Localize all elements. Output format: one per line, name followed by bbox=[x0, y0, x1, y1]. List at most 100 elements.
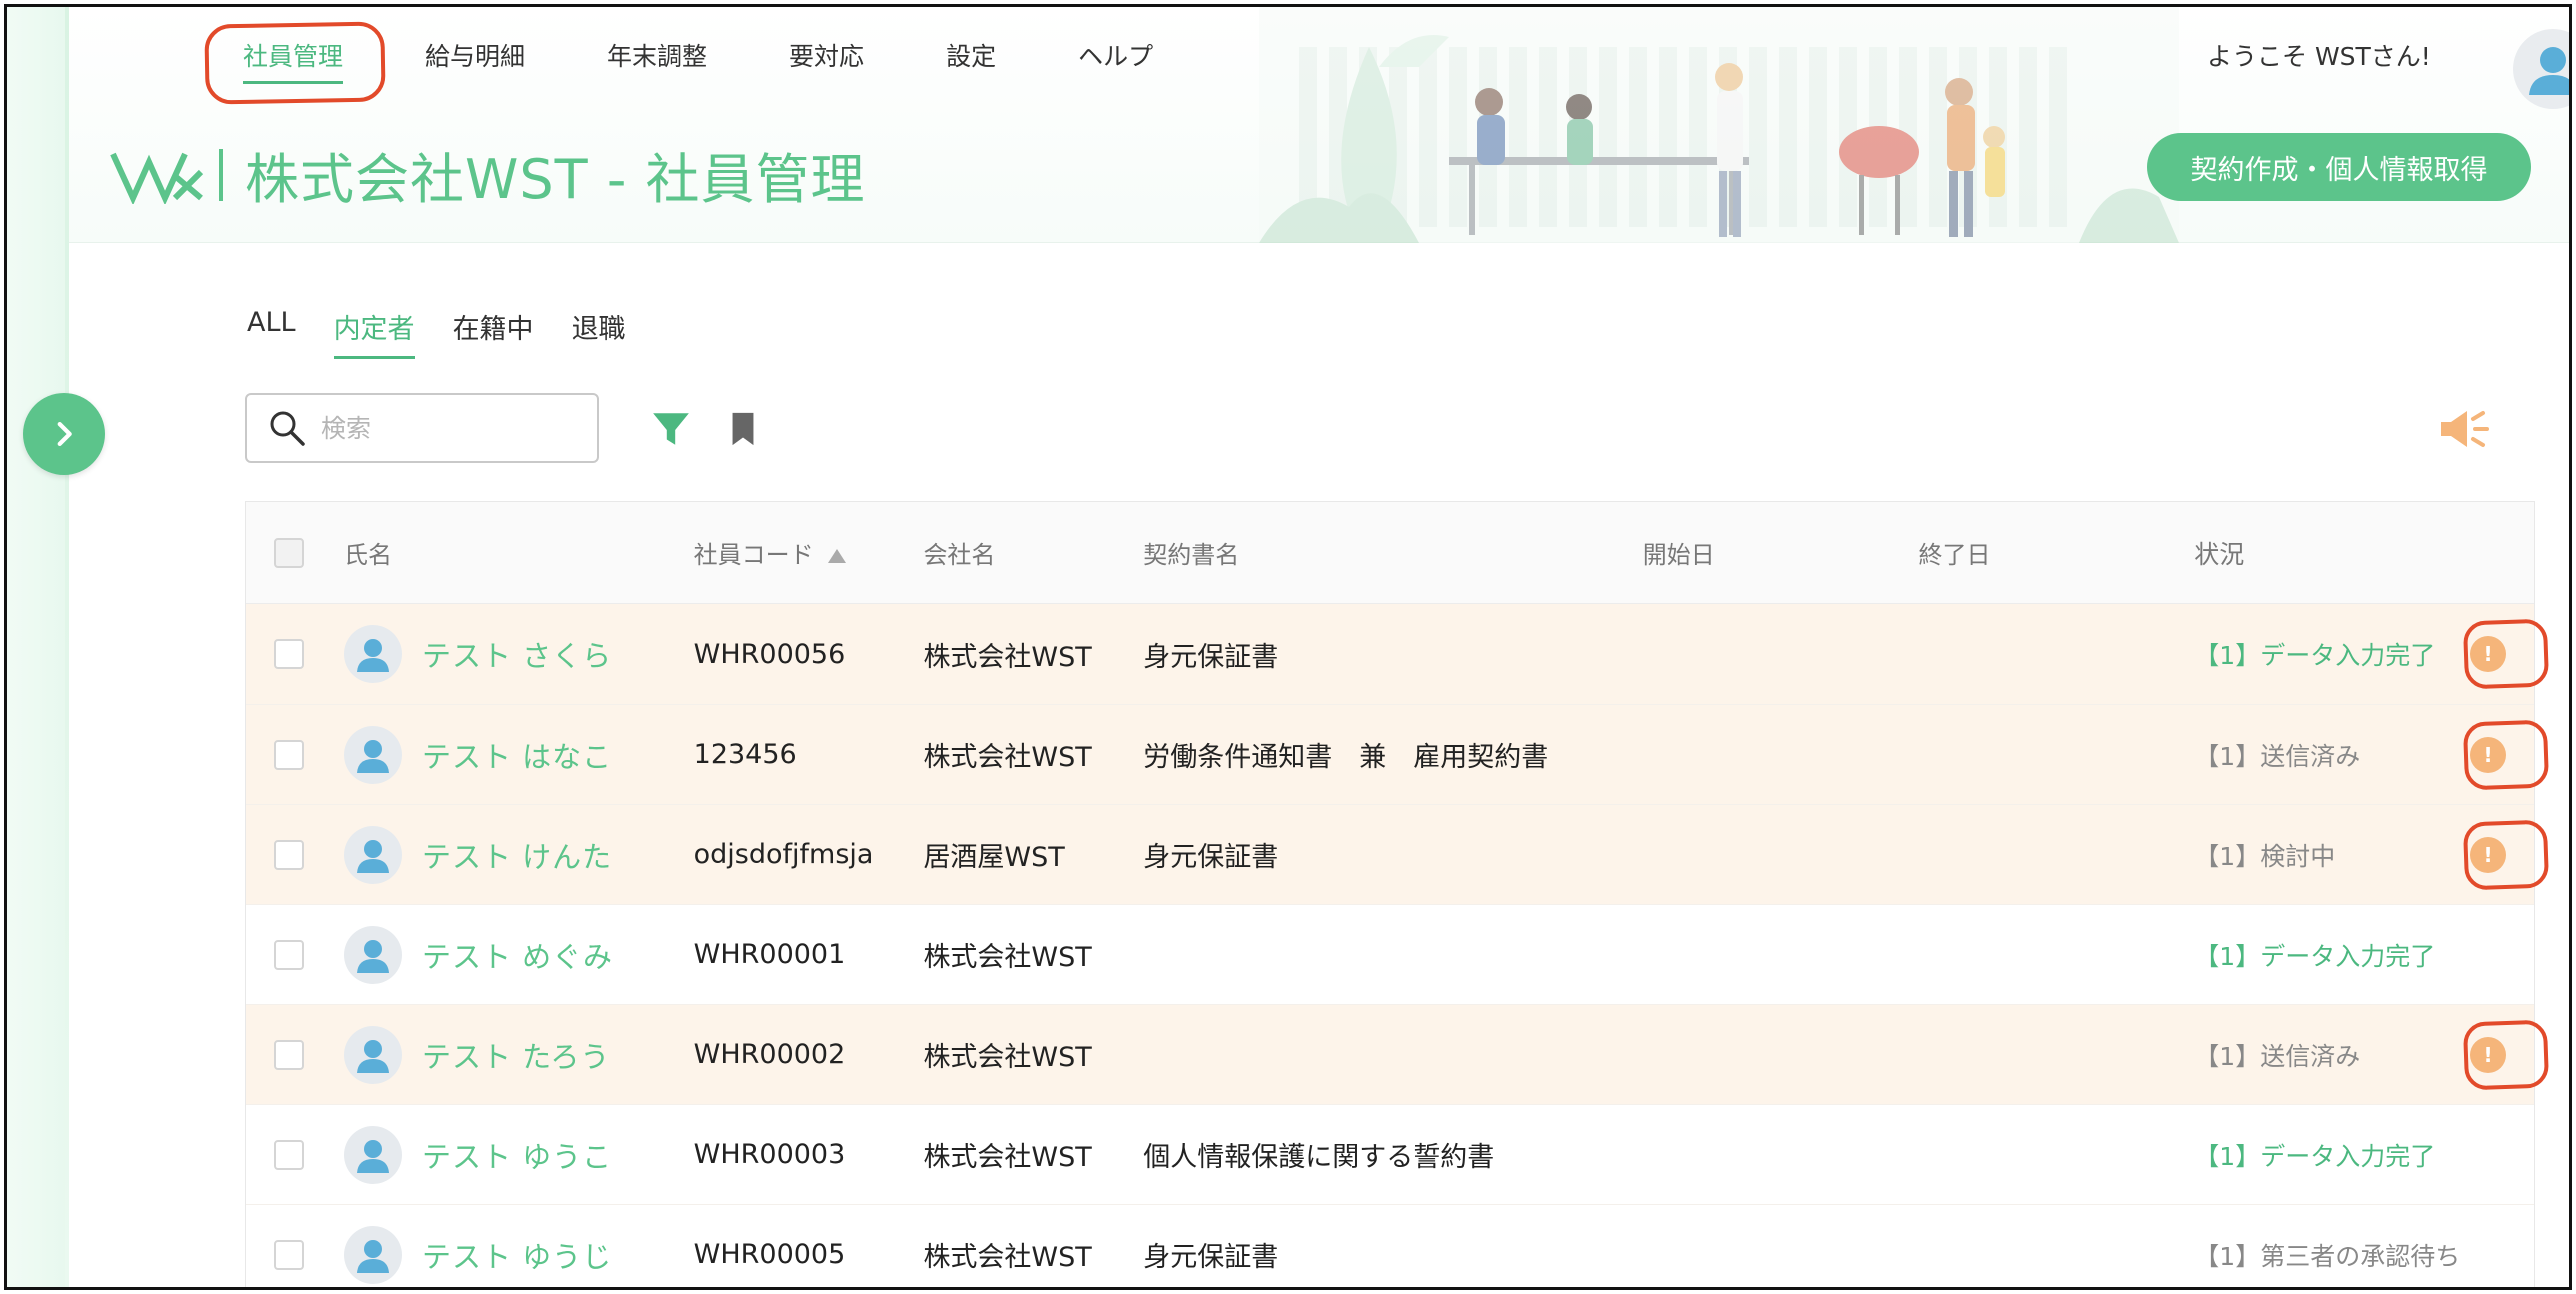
employee-name-link[interactable]: テスト ゆうこ bbox=[422, 1134, 612, 1176]
filter-icon bbox=[653, 413, 689, 445]
company-name: 株式会社WST bbox=[923, 942, 1092, 973]
sidebar-toggle-button[interactable] bbox=[23, 393, 105, 475]
sort-ascending-icon[interactable] bbox=[826, 547, 848, 565]
table-row[interactable]: テスト はなこ 123456 株式会社WST 労働条件通知書 兼 雇用契約書 【1】送信… bbox=[246, 704, 2550, 804]
contract-name: 身元保証書 bbox=[1143, 842, 1279, 873]
employee-name-link[interactable]: テスト めぐみ bbox=[422, 934, 613, 976]
row-checkbox[interactable] bbox=[273, 739, 304, 770]
row-checkbox[interactable] bbox=[273, 1039, 304, 1070]
main-nav: 社員管理 給与明細 年末調整 要対応 設定 ヘルプ bbox=[243, 37, 1235, 84]
row-checkbox[interactable] bbox=[273, 639, 304, 669]
company-name: 株式会社WST bbox=[923, 1142, 1092, 1173]
column-header-company[interactable]: 会社名 bbox=[923, 535, 1143, 570]
table-header: 氏名 社員コード 会社名 契約書名 開始日 終了日 状況 bbox=[246, 502, 2534, 604]
contract-name: 労働条件通知書 兼 雇用契約書 bbox=[1143, 742, 1549, 773]
search-icon bbox=[270, 411, 305, 446]
column-header-name[interactable]: 氏名 bbox=[344, 535, 694, 570]
status-text: 【1】データ入力完了 bbox=[2194, 1141, 2436, 1171]
status-text: 【1】データ入力完了 bbox=[2194, 941, 2436, 971]
tab-retired[interactable]: 退職 bbox=[572, 307, 626, 359]
status-text: 【1】第三者の承認待ち bbox=[2194, 1241, 2461, 1271]
avatar bbox=[343, 1225, 402, 1284]
bookmark-icon bbox=[732, 412, 754, 446]
avatar bbox=[343, 825, 402, 884]
megaphone-icon[interactable] bbox=[2437, 403, 2489, 455]
create-contract-button[interactable]: 契約作成・個人情報取得 bbox=[2147, 133, 2531, 201]
avatar bbox=[343, 725, 402, 784]
table-row[interactable]: テスト ゆうじ WHR00005 株式会社WST 身元保証書 【1】第三者の承認待ち bbox=[246, 1204, 2534, 1287]
user-avatar[interactable] bbox=[2513, 29, 2569, 109]
nav-item-payslip[interactable]: 給与明細 bbox=[425, 37, 525, 84]
exclamation-icon[interactable]: ! bbox=[2470, 736, 2506, 773]
employee-code: WHR00003 bbox=[693, 1139, 846, 1170]
employee-code: WHR00005 bbox=[693, 1239, 846, 1270]
nav-item-year-end-adjustment[interactable]: 年末調整 bbox=[607, 37, 707, 84]
left-rail bbox=[7, 7, 69, 1287]
nav-item-employee-management[interactable]: 社員管理 bbox=[243, 37, 344, 84]
company-name: 株式会社WST bbox=[923, 641, 1092, 673]
contract-name: 身元保証書 bbox=[1143, 641, 1279, 673]
employee-name-link[interactable]: テスト さくら bbox=[422, 633, 612, 675]
table-row[interactable]: テスト ゆうこ WHR00003 株式会社WST 個人情報保護に関する誓約書 【1】デー… bbox=[246, 1104, 2534, 1204]
status-tabs: ALL 内定者 在籍中 退職 bbox=[247, 307, 664, 359]
exclamation-icon[interactable]: ! bbox=[2470, 836, 2506, 873]
contract-name: 個人情報保護に関する誓約書 bbox=[1143, 1142, 1495, 1173]
exclamation-icon[interactable]: ! bbox=[2470, 636, 2506, 672]
user-icon bbox=[356, 1239, 389, 1273]
avatar bbox=[343, 625, 402, 683]
bookmark-button[interactable] bbox=[719, 405, 767, 453]
brand: 株式会社WST - 社員管理 bbox=[109, 135, 865, 214]
row-checkbox[interactable] bbox=[273, 1139, 304, 1170]
column-header-code-label: 社員コード bbox=[693, 541, 814, 569]
column-header-contract[interactable]: 契約書名 bbox=[1143, 535, 1643, 570]
user-icon bbox=[356, 639, 389, 672]
header-illustration bbox=[1259, 7, 2179, 243]
search-input[interactable] bbox=[321, 413, 581, 443]
employee-code: WHR00056 bbox=[693, 638, 846, 670]
nav-item-settings[interactable]: 設定 bbox=[946, 37, 996, 84]
tab-offered[interactable]: 内定者 bbox=[333, 307, 415, 359]
company-name: 株式会社WST bbox=[923, 742, 1092, 773]
exclamation-icon[interactable]: ! bbox=[2470, 1036, 2506, 1073]
company-name: 居酒屋WST bbox=[923, 842, 1065, 873]
search-box bbox=[245, 393, 599, 463]
table-row[interactable]: テスト めぐみ WHR00001 株式会社WST 【1】データ入力完了 bbox=[246, 904, 2534, 1004]
column-header-status[interactable]: 状況 bbox=[2194, 535, 2534, 571]
filter-button[interactable] bbox=[647, 405, 695, 453]
avatar bbox=[343, 1125, 402, 1184]
tab-all[interactable]: ALL bbox=[247, 307, 296, 359]
table-row[interactable]: テスト たろう WHR00002 株式会社WST 【1】送信済み! bbox=[246, 1004, 2550, 1104]
row-checkbox[interactable] bbox=[273, 1239, 304, 1270]
row-checkbox[interactable] bbox=[273, 939, 304, 970]
avatar bbox=[343, 925, 402, 984]
page-title: 株式会社WST - 社員管理 bbox=[245, 148, 866, 211]
app-window: 社員管理 給与明細 年末調整 要対応 設定 ヘルプ 株式会社WST - 社員管理… bbox=[4, 4, 2572, 1290]
user-icon bbox=[356, 839, 389, 873]
nav-item-help[interactable]: ヘルプ bbox=[1078, 37, 1153, 84]
user-icon bbox=[356, 1139, 389, 1173]
employee-name-link[interactable]: テスト たろう bbox=[422, 1034, 610, 1076]
select-all-checkbox[interactable] bbox=[273, 537, 304, 568]
chevron-right-icon bbox=[57, 421, 72, 447]
column-header-end-date[interactable]: 終了日 bbox=[1919, 535, 2195, 570]
welcome-text: ようこそ WSTさん! bbox=[2207, 42, 2431, 71]
employee-name-link[interactable]: テスト けんた bbox=[422, 834, 612, 876]
user-icon bbox=[2529, 47, 2569, 95]
employee-table: 氏名 社員コード 会社名 契約書名 開始日 終了日 状況 テスト さくら WHR0… bbox=[245, 501, 2550, 1287]
user-icon bbox=[356, 939, 389, 973]
contract-name: 身元保証書 bbox=[1143, 1242, 1279, 1273]
nav-item-action-required[interactable]: 要対応 bbox=[789, 37, 864, 84]
user-icon bbox=[356, 1039, 389, 1073]
employee-name-link[interactable]: テスト はなこ bbox=[422, 734, 612, 776]
company-name: 株式会社WST bbox=[923, 1242, 1092, 1273]
column-header-code[interactable]: 社員コード bbox=[694, 535, 924, 570]
employee-name-link[interactable]: テスト ゆうじ bbox=[422, 1234, 612, 1276]
table-row[interactable]: テスト さくら WHR00056 株式会社WST 身元保証書 【1】データ入力完了! bbox=[246, 604, 2550, 704]
column-header-start-date[interactable]: 開始日 bbox=[1643, 535, 1919, 570]
tab-employed[interactable]: 在籍中 bbox=[453, 307, 534, 359]
user-icon bbox=[356, 739, 389, 773]
table-row[interactable]: テスト けんた odjsdofjfmsja 居酒屋WST 身元保証書 【1】検討中! bbox=[246, 804, 2550, 904]
employee-code: WHR00001 bbox=[693, 939, 846, 970]
avatar bbox=[343, 1025, 402, 1084]
row-checkbox[interactable] bbox=[273, 839, 304, 870]
